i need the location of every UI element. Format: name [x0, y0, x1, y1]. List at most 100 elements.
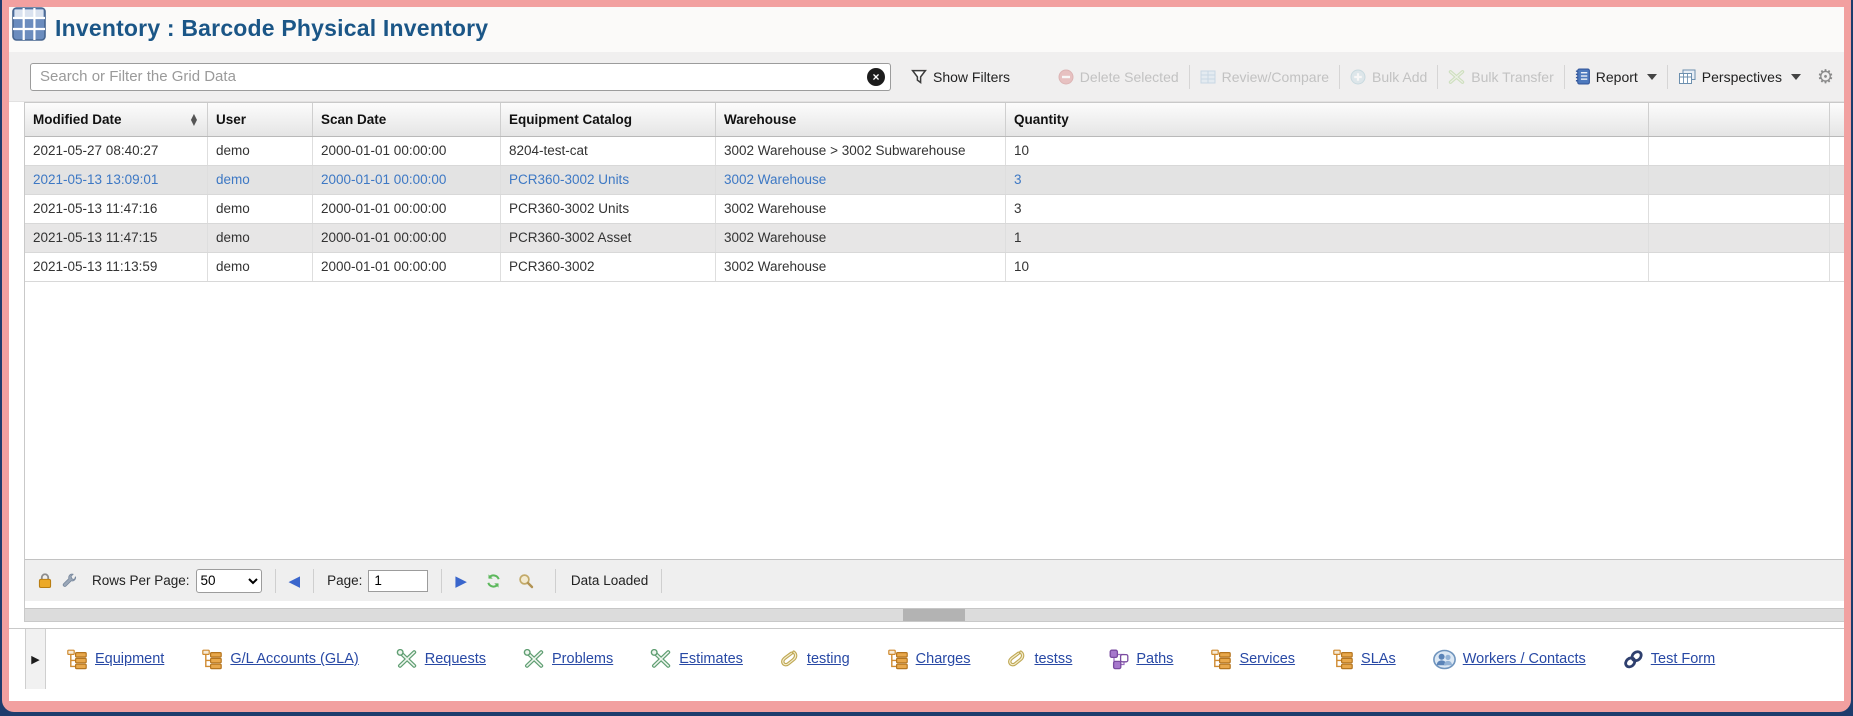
hierarchy-icon — [66, 649, 88, 670]
footer-link-testing[interactable]: testing — [780, 649, 850, 670]
previous-page-icon[interactable]: ◀ — [289, 572, 301, 590]
next-page-icon[interactable]: ▶ — [455, 572, 467, 590]
search-input[interactable] — [30, 63, 891, 91]
horizontal-scrollbar[interactable] — [25, 608, 1844, 621]
column-header-equipment-catalog[interactable]: Equipment Catalog — [501, 103, 716, 136]
sort-icon[interactable]: ▲▼ — [191, 114, 199, 126]
search-box: × — [30, 63, 891, 91]
refresh-icon[interactable] — [485, 573, 502, 589]
grid-header-row: Modified Date ▲▼ User Scan Date Equipmen… — [25, 103, 1844, 137]
stacked-grids-icon — [1678, 69, 1696, 85]
footer-link-testss[interactable]: testss — [1007, 649, 1072, 670]
rows-per-page-select[interactable]: 50 — [196, 569, 262, 593]
cell-user: demo — [208, 137, 313, 165]
column-header-user[interactable]: User — [208, 103, 313, 136]
pager-separator — [313, 569, 314, 593]
table-row[interactable]: 2021-05-27 08:40:27 demo 2000-01-01 00:0… — [25, 137, 1844, 166]
table-row[interactable]: 2021-05-13 11:47:15 demo 2000-01-01 00:0… — [25, 224, 1844, 253]
cell-user: demo — [208, 253, 313, 281]
review-compare-button[interactable]: Review/Compare — [1190, 69, 1339, 85]
people-icon — [1433, 649, 1456, 670]
footer-link-label: testss — [1034, 651, 1072, 667]
footer-link-workers-contacts[interactable]: Workers / Contacts — [1433, 649, 1586, 670]
footer-link-label: Paths — [1136, 651, 1173, 667]
cell-quantity: 10 — [1006, 137, 1649, 165]
footer-link-requests[interactable]: Requests — [396, 649, 486, 669]
footer-link-gl-accounts[interactable]: G/L Accounts (GLA) — [201, 649, 358, 670]
footer-link-equipment[interactable]: Equipment — [66, 649, 164, 670]
column-header-scan-date[interactable]: Scan Date — [313, 103, 501, 136]
cell-empty — [1649, 137, 1830, 165]
flow-paths-icon — [1109, 649, 1129, 670]
column-header-warehouse[interactable]: Warehouse — [716, 103, 1006, 136]
footer-link-bar: ▶ Equipment G/L Accounts (GLA) Requests … — [9, 628, 1844, 689]
attachment-icon — [1007, 649, 1027, 670]
cell-spacer — [1830, 166, 1844, 194]
cell-modified-date: 2021-05-13 11:13:59 — [25, 253, 208, 281]
footer-link-paths[interactable]: Paths — [1109, 649, 1173, 670]
cell-empty — [1649, 224, 1830, 252]
perspectives-button[interactable]: Perspectives — [1668, 69, 1811, 85]
cell-scan-date: 2000-01-01 00:00:00 — [313, 166, 501, 194]
column-header-modified-date[interactable]: Modified Date ▲▼ — [25, 103, 208, 136]
cell-modified-date: 2021-05-13 13:09:01 — [25, 166, 208, 194]
cell-user: demo — [208, 166, 313, 194]
footer-links: Equipment G/L Accounts (GLA) Requests Pr… — [9, 649, 1715, 670]
collapse-handle[interactable]: ▶ — [25, 629, 46, 689]
table-row[interactable]: 2021-05-13 11:13:59 demo 2000-01-01 00:0… — [25, 253, 1844, 282]
table-row[interactable]: 2021-05-13 11:47:16 demo 2000-01-01 00:0… — [25, 195, 1844, 224]
cell-equipment-catalog: 8204-test-cat — [501, 137, 716, 165]
footer-link-slas[interactable]: SLAs — [1332, 649, 1396, 670]
cell-spacer — [1830, 253, 1844, 281]
footer-link-charges[interactable]: Charges — [887, 649, 971, 670]
cell-modified-date: 2021-05-27 08:40:27 — [25, 137, 208, 165]
cell-equipment-catalog: PCR360-3002 — [501, 253, 716, 281]
magnifier-icon[interactable] — [518, 573, 534, 589]
table-row-selected[interactable]: 2021-05-13 13:09:01 demo 2000-01-01 00:0… — [25, 166, 1844, 195]
pager-separator — [661, 569, 662, 593]
cell-modified-date: 2021-05-13 11:47:16 — [25, 195, 208, 223]
column-header-label: Modified Date — [33, 104, 122, 136]
cell-scan-date: 2000-01-01 00:00:00 — [313, 224, 501, 252]
scrollbar-zone — [25, 601, 1844, 621]
cell-quantity: 3 — [1006, 166, 1649, 194]
show-filters-button[interactable]: Show Filters — [901, 69, 1020, 85]
blue-grid-icon — [1200, 69, 1216, 85]
page-number-input[interactable] — [368, 570, 428, 592]
window-frame: Inventory : Barcode Physical Inventory ×… — [2, 0, 1851, 712]
clear-search-icon[interactable]: × — [867, 68, 885, 86]
footer-link-problems[interactable]: Problems — [523, 649, 613, 669]
cell-empty — [1649, 195, 1830, 223]
bulk-add-label: Bulk Add — [1372, 69, 1427, 85]
status-text: Data Loaded — [571, 573, 648, 588]
column-header-quantity[interactable]: Quantity — [1006, 103, 1649, 136]
page-title: Inventory : Barcode Physical Inventory — [55, 15, 488, 42]
lock-icon[interactable] — [38, 573, 52, 589]
report-button[interactable]: Report — [1565, 68, 1667, 85]
page-label: Page: — [327, 573, 362, 588]
title-bar: Inventory : Barcode Physical Inventory — [9, 7, 1844, 52]
bulk-transfer-button[interactable]: Bulk Transfer — [1438, 69, 1563, 85]
green-x-icon — [1448, 69, 1465, 85]
circle-plus-icon — [1350, 69, 1366, 85]
cell-equipment-catalog: PCR360-3002 Units — [501, 195, 716, 223]
footer-link-services[interactable]: Services — [1210, 649, 1295, 670]
cell-warehouse: 3002 Warehouse — [716, 224, 1006, 252]
footer-link-estimates[interactable]: Estimates — [650, 649, 743, 669]
delete-selected-button[interactable]: Delete Selected — [1048, 69, 1189, 85]
footer-link-label: Workers / Contacts — [1463, 651, 1586, 667]
cell-modified-date: 2021-05-13 11:47:15 — [25, 224, 208, 252]
footer-link-label: testing — [807, 651, 850, 667]
footer-link-label: Estimates — [679, 651, 743, 667]
footer-link-label: Charges — [916, 651, 971, 667]
footer-link-test-form[interactable]: Test Form — [1623, 649, 1715, 670]
app-content: Inventory : Barcode Physical Inventory ×… — [9, 7, 1844, 701]
show-filters-label: Show Filters — [933, 69, 1010, 85]
scrollbar-thumb[interactable] — [903, 609, 965, 621]
column-header-label: Warehouse — [724, 104, 796, 136]
bulk-add-button[interactable]: Bulk Add — [1340, 69, 1437, 85]
wrench-icon[interactable] — [62, 573, 78, 589]
column-header-spacer — [1830, 103, 1844, 136]
gear-icon[interactable]: ⚙ — [1817, 66, 1834, 88]
cell-scan-date: 2000-01-01 00:00:00 — [313, 195, 501, 223]
